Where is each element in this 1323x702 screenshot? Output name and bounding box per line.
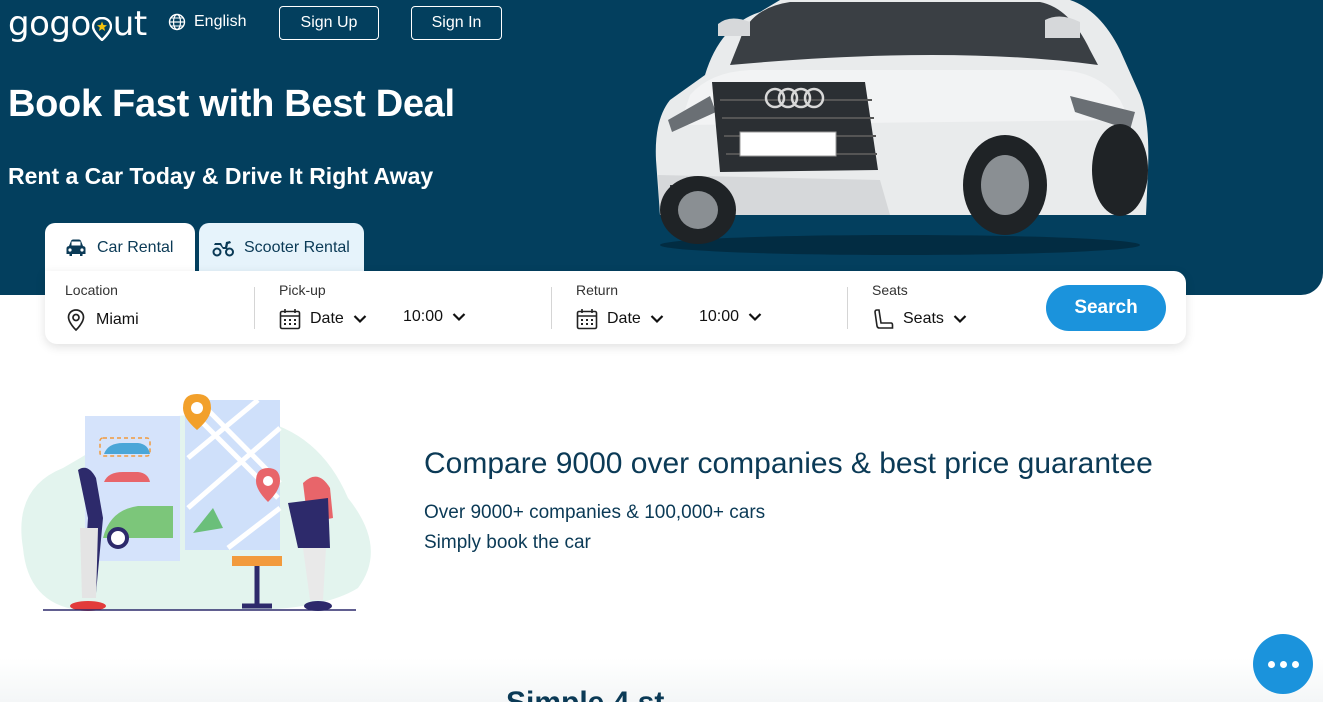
divider — [254, 287, 255, 329]
hero-subtitle: Rent a Car Today & Drive It Right Away — [8, 163, 434, 189]
sign-up-button[interactable]: Sign Up — [279, 6, 379, 40]
search-button[interactable]: Search — [1046, 285, 1166, 331]
next-section-title: Simple 4 st — [506, 686, 664, 702]
chat-dot-icon — [1291, 660, 1299, 668]
chat-button[interactable] — [1253, 634, 1313, 694]
compare-line-2: Simply book the car — [424, 532, 591, 553]
location-value: Miami — [96, 311, 139, 328]
location-pin-icon — [67, 309, 85, 332]
search-bar: Location Miami Pick-up Date 10:00 Return — [45, 271, 1186, 344]
pickup-label: Pick-up — [279, 282, 326, 298]
seats-label: Seats — [872, 282, 908, 298]
chevron-down-icon — [953, 315, 967, 324]
compare-title: Compare 9000 over companies & best price… — [424, 447, 1153, 480]
sign-in-button[interactable]: Sign In — [411, 6, 502, 40]
logo-text-prefix: gogo — [8, 4, 91, 44]
chat-dot-icon — [1279, 660, 1287, 668]
logo[interactable]: gogo ut — [8, 4, 147, 44]
divider — [847, 287, 848, 329]
chevron-down-icon — [650, 315, 664, 324]
return-label: Return — [576, 282, 619, 298]
location-label: Location — [65, 282, 118, 298]
return-time-value: 10:00 — [699, 308, 740, 325]
seats-select[interactable]: Seats — [872, 308, 967, 330]
language-selector[interactable]: English — [168, 13, 246, 31]
calendar-icon — [576, 309, 598, 330]
chevron-down-icon — [353, 315, 367, 324]
logo-star-icon — [91, 13, 112, 41]
car-icon — [66, 239, 86, 256]
pickup-date-value: Date — [310, 310, 344, 327]
tab-scooter-rental[interactable]: Scooter Rental — [199, 223, 364, 273]
tab-car-rental[interactable]: Car Rental — [45, 223, 195, 273]
divider — [551, 287, 552, 329]
return-date-value: Date — [607, 310, 641, 327]
return-time-select[interactable]: 10:00 — [699, 308, 762, 326]
calendar-icon — [279, 309, 301, 330]
tab-scooter-rental-label: Scooter Rental — [244, 239, 350, 256]
language-label: English — [194, 13, 247, 30]
pickup-time-select[interactable]: 10:00 — [403, 308, 466, 326]
pickup-date-select[interactable]: Date — [279, 308, 367, 330]
seat-icon — [874, 309, 894, 329]
chevron-down-icon — [748, 313, 762, 322]
location-field[interactable]: Miami — [65, 308, 139, 332]
hero-title: Book Fast with Best Deal — [8, 83, 455, 125]
compare-illustration — [18, 388, 383, 616]
scooter-icon — [212, 241, 234, 257]
return-date-select[interactable]: Date — [576, 308, 664, 330]
seats-value: Seats — [903, 310, 944, 327]
chevron-down-icon — [452, 313, 466, 322]
tab-car-rental-label: Car Rental — [97, 239, 174, 256]
chat-dot-icon — [1267, 660, 1275, 668]
pickup-time-value: 10:00 — [403, 308, 444, 325]
compare-line-1: Over 9000+ companies & 100,000+ cars — [424, 502, 766, 523]
globe-icon — [168, 13, 186, 31]
logo-text-suffix: ut — [112, 4, 147, 44]
hero-car-image — [650, 0, 1160, 255]
